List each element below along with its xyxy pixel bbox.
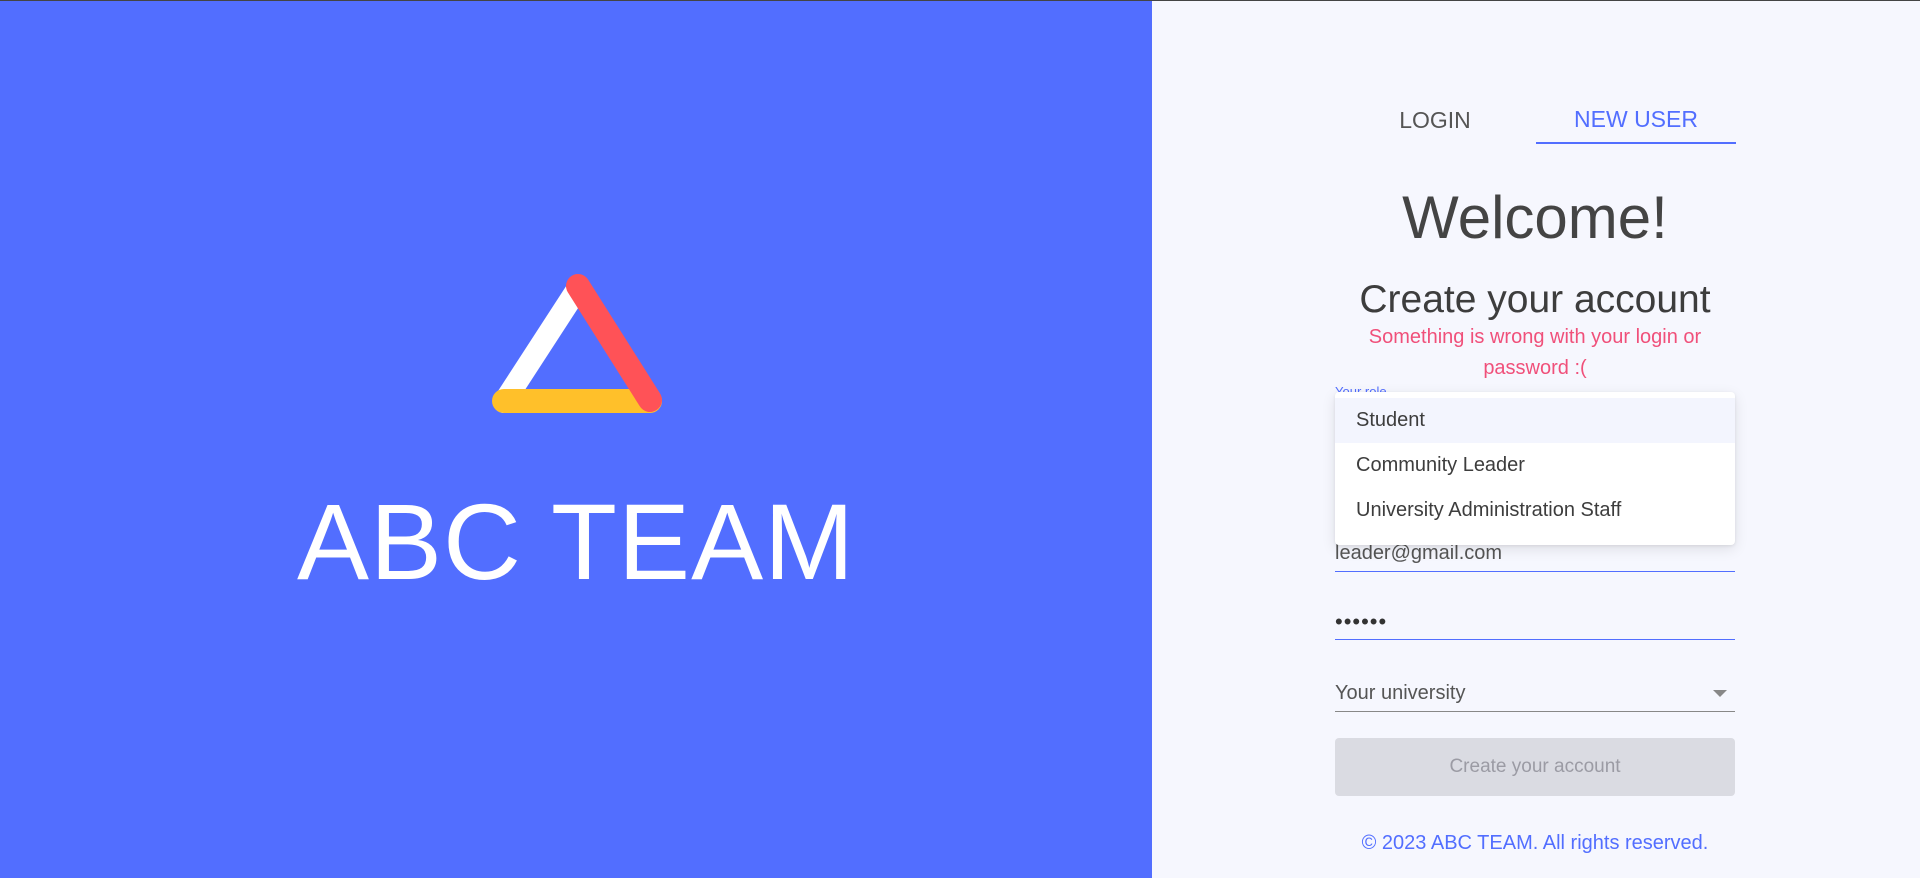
footer-copyright: © 2023 ABC TEAM. All rights reserved.	[1361, 832, 1709, 854]
logo-right-stroke	[566, 274, 662, 412]
password-field[interactable]	[1335, 604, 1735, 640]
tab-new-user[interactable]: NEW USER	[1536, 96, 1736, 144]
triangle-logo-icon	[492, 274, 662, 413]
tab-login[interactable]: LOGIN	[1335, 96, 1535, 144]
create-account-button[interactable]: Create your account	[1335, 738, 1735, 796]
welcome-heading: Welcome!	[1402, 184, 1668, 251]
create-account-heading: Create your account	[1359, 278, 1711, 321]
role-option-university-staff[interactable]: University Administration Staff	[1335, 488, 1735, 533]
window-top-border	[0, 0, 1920, 1]
university-select-label: Your university	[1335, 682, 1466, 704]
error-message: Something is wrong with your login or pa…	[1368, 326, 1702, 379]
role-option-student[interactable]: Student	[1335, 398, 1735, 443]
logo-left-stroke	[493, 277, 589, 413]
role-option-community-leader[interactable]: Community Leader	[1335, 443, 1735, 488]
role-dropdown-menu: Student Community Leader University Admi…	[1335, 392, 1735, 545]
brand-panel: ABC TEAM	[0, 0, 1152, 878]
brand-title: ABC TEAM	[296, 481, 856, 602]
chevron-down-icon	[1713, 690, 1727, 697]
signup-page: ABC TEAM LOGIN NEW USER Welcome! Create …	[0, 0, 1920, 878]
university-select[interactable]: Your university	[1335, 676, 1735, 712]
